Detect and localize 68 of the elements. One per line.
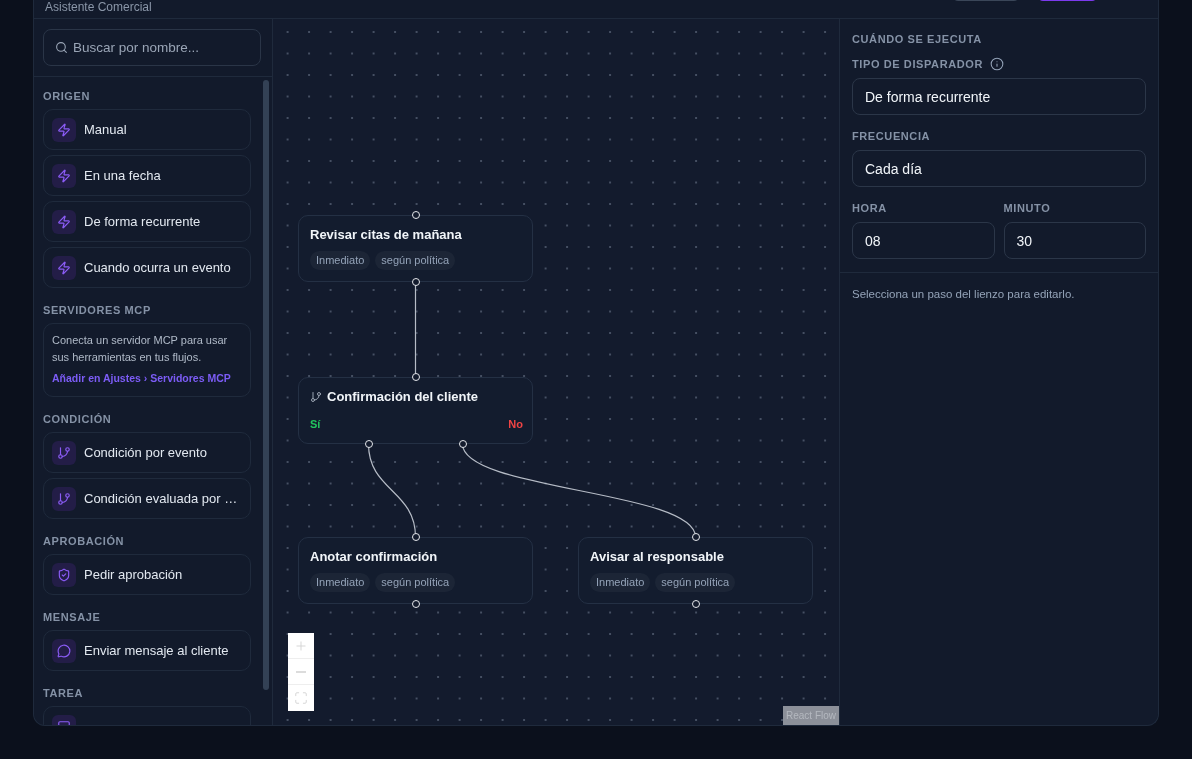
connection-handle[interactable] (411, 600, 420, 608)
settings-link[interactable]: Añadir en Ajustes › Servidores MCP (52, 370, 242, 387)
scrollbar-thumb[interactable] (263, 80, 269, 690)
section-label: CONDICIÓN (43, 412, 113, 426)
plus-icon (294, 638, 308, 653)
connection-handle[interactable] (411, 278, 420, 286)
branch-icon (310, 391, 322, 403)
section-label: APROBACIÓN (43, 534, 126, 548)
notice-text: Conecta un servidor MCP para usar sus herramientas en tus flujos. (52, 333, 229, 365)
field-label: TIPO DE DISPARADOR (852, 57, 983, 71)
connection-handle[interactable] (411, 533, 420, 541)
input-field[interactable]: 08 (852, 222, 995, 259)
step-option[interactable]: Pedir aprobación (43, 554, 251, 595)
step-tag: según política (655, 573, 736, 592)
search-icon (55, 41, 68, 54)
connection-handle[interactable] (691, 600, 700, 608)
step-option[interactable]: Enviar mensaje al cliente (43, 630, 251, 671)
node-title: Revisar citas de mañana (310, 227, 462, 243)
step-node[interactable]: Confirmación del cliente Sí No (298, 377, 533, 444)
node-title: Avisar al responsable (590, 549, 724, 565)
step-node[interactable]: Anotar confirmación Inmediato según política (298, 537, 533, 604)
step-option[interactable]: Manual (43, 109, 251, 150)
connection-handle[interactable] (364, 440, 373, 448)
field-label: HORA (852, 201, 887, 215)
corners-icon (294, 691, 308, 705)
step-option[interactable]: Condición por evento (43, 432, 251, 473)
field-label: FRECUENCIA (852, 129, 931, 143)
node-title: Anotar confirmación (310, 549, 438, 565)
search-field[interactable]: Buscar por nombre... (43, 29, 261, 66)
info-icon[interactable] (990, 57, 1004, 71)
step-tag: según política (375, 573, 456, 592)
branch-icon (52, 440, 76, 465)
branch-label: No (508, 417, 523, 431)
step-tag: según política (375, 251, 456, 270)
branch-icon (52, 486, 76, 511)
branch-label: Sí (310, 417, 321, 431)
select-field[interactable]: De forma recurrente (852, 78, 1146, 115)
connection-handle[interactable] (691, 533, 700, 541)
step-node[interactable]: Avisar al responsable Inmediato según política (578, 537, 813, 604)
workflow-subtitle: Asistente Comercial (45, 0, 152, 15)
minus-icon (296, 670, 306, 673)
lightning-icon (52, 117, 76, 142)
section-label: SERVIDORES MCP (43, 303, 152, 317)
lightning-icon (52, 255, 76, 280)
section-label: TAREA (43, 686, 85, 700)
node-title: Confirmación del cliente (327, 389, 478, 405)
section-heading: CUÁNDO SE EJECUTA (852, 32, 983, 46)
speech-bubble-icon (52, 638, 76, 663)
step-option[interactable]: Condición evaluada por … (43, 478, 251, 519)
select-field[interactable]: Cada día (852, 150, 1146, 187)
field-label: MINUTO (1003, 201, 1051, 215)
step-tag: Inmediato (590, 573, 651, 592)
connection-handle[interactable] (411, 211, 420, 219)
step-node[interactable]: Revisar citas de mañana Inmediato según política (298, 215, 533, 282)
step-tag: Inmediato (310, 251, 371, 270)
shield-check-icon (52, 562, 76, 587)
connection-handle[interactable] (458, 440, 467, 448)
connection-handle[interactable] (411, 373, 420, 381)
step-option[interactable]: En una fecha (43, 155, 251, 196)
section-label: ORIGEN (43, 89, 91, 103)
step-option[interactable]: De forma recurrente (43, 201, 251, 242)
lightning-icon (52, 209, 76, 234)
lightning-icon (52, 163, 76, 188)
input-field[interactable]: 30 (1003, 222, 1146, 259)
hint-text: Selecciona un paso del lienzo para editarlo. (851, 287, 1076, 302)
section-label: MENSAJE (43, 610, 102, 624)
step-tag: Inmediato (310, 573, 371, 592)
step-option[interactable]: Cuando ocurra un evento (43, 247, 251, 288)
